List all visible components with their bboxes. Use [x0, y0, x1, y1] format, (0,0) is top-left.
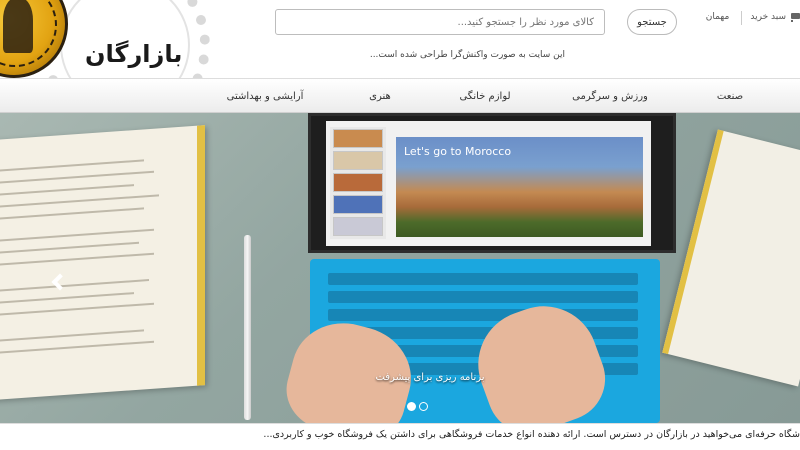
text-line: [0, 159, 144, 172]
nav-item-industry[interactable]: صنعت: [700, 79, 760, 114]
chevron-left-icon: [51, 273, 69, 291]
presentation-title: Let's go to Morocco: [404, 145, 512, 158]
nav-item-sports[interactable]: ورزش و سرگرمی: [565, 79, 655, 114]
site-header: بازارگان جستجو این سایت به صورت واکنش‌گر…: [0, 0, 800, 130]
text-line: [0, 170, 154, 184]
header-divider: [741, 11, 742, 25]
ticker-text: شگاه حرفه‌ای می‌خواهید در بازارگان در دس…: [263, 429, 800, 440]
coin-figure: [3, 0, 33, 53]
slide-caption: برنامه ریزی برای پیشرفت: [375, 372, 485, 383]
search-input[interactable]: [275, 9, 605, 35]
search-button[interactable]: جستجو: [627, 9, 677, 35]
text-line: [0, 302, 154, 316]
slider-dot-2[interactable]: [419, 402, 428, 411]
thumbnail: [333, 129, 383, 148]
key-row: [328, 273, 638, 285]
laptop-screen: Let's go to Morocco: [326, 121, 651, 246]
text-line: [0, 340, 154, 354]
text-line: [0, 228, 154, 242]
nav-item-home-appliances[interactable]: لوازم خانگی: [450, 79, 520, 114]
thumbnail: [333, 195, 383, 214]
news-ticker: شگاه حرفه‌ای می‌خواهید در بازارگان در دس…: [0, 423, 800, 450]
slide-pen: [244, 235, 251, 420]
slider-prev-arrow-icon[interactable]: [50, 270, 70, 294]
slide-laptop: Let's go to Morocco: [308, 113, 676, 253]
logo-text: بازارگان: [85, 40, 183, 68]
key-row: [328, 309, 638, 321]
nav-item-cosmetics[interactable]: آرایشی و بهداشتی: [215, 79, 315, 114]
guest-user-link[interactable]: مهمان: [700, 12, 735, 22]
thumbnail: [333, 173, 383, 192]
text-line: [0, 279, 149, 292]
cart-link[interactable]: سبد خرید: [748, 12, 800, 22]
thumbnail: [333, 217, 383, 236]
text-line: [0, 207, 144, 220]
hero-slider: Let's go to Morocco برنامه ریزی برای پیش…: [0, 113, 800, 423]
key-row: [328, 291, 638, 303]
text-line: [0, 184, 134, 196]
thumbnail: [333, 151, 383, 170]
presentation-slide: Let's go to Morocco: [396, 137, 643, 237]
slider-dot-1[interactable]: [407, 402, 416, 411]
nav-item-art[interactable]: هنری: [355, 79, 405, 114]
text-line: [0, 329, 144, 342]
cart-icon: [789, 12, 800, 22]
text-line: [0, 252, 154, 266]
slide-book-left: [0, 125, 205, 401]
text-line: [0, 241, 139, 254]
slide-thumbnails: [330, 127, 386, 239]
text-line: [0, 194, 159, 208]
cart-label: سبد خرید: [750, 12, 786, 22]
site-tagline: این سایت به صورت واکنش‌گرا طراحی شده است…: [369, 50, 565, 60]
main-navigation: صنعت ورزش و سرگرمی لوازم خانگی هنری آرای…: [0, 78, 800, 113]
